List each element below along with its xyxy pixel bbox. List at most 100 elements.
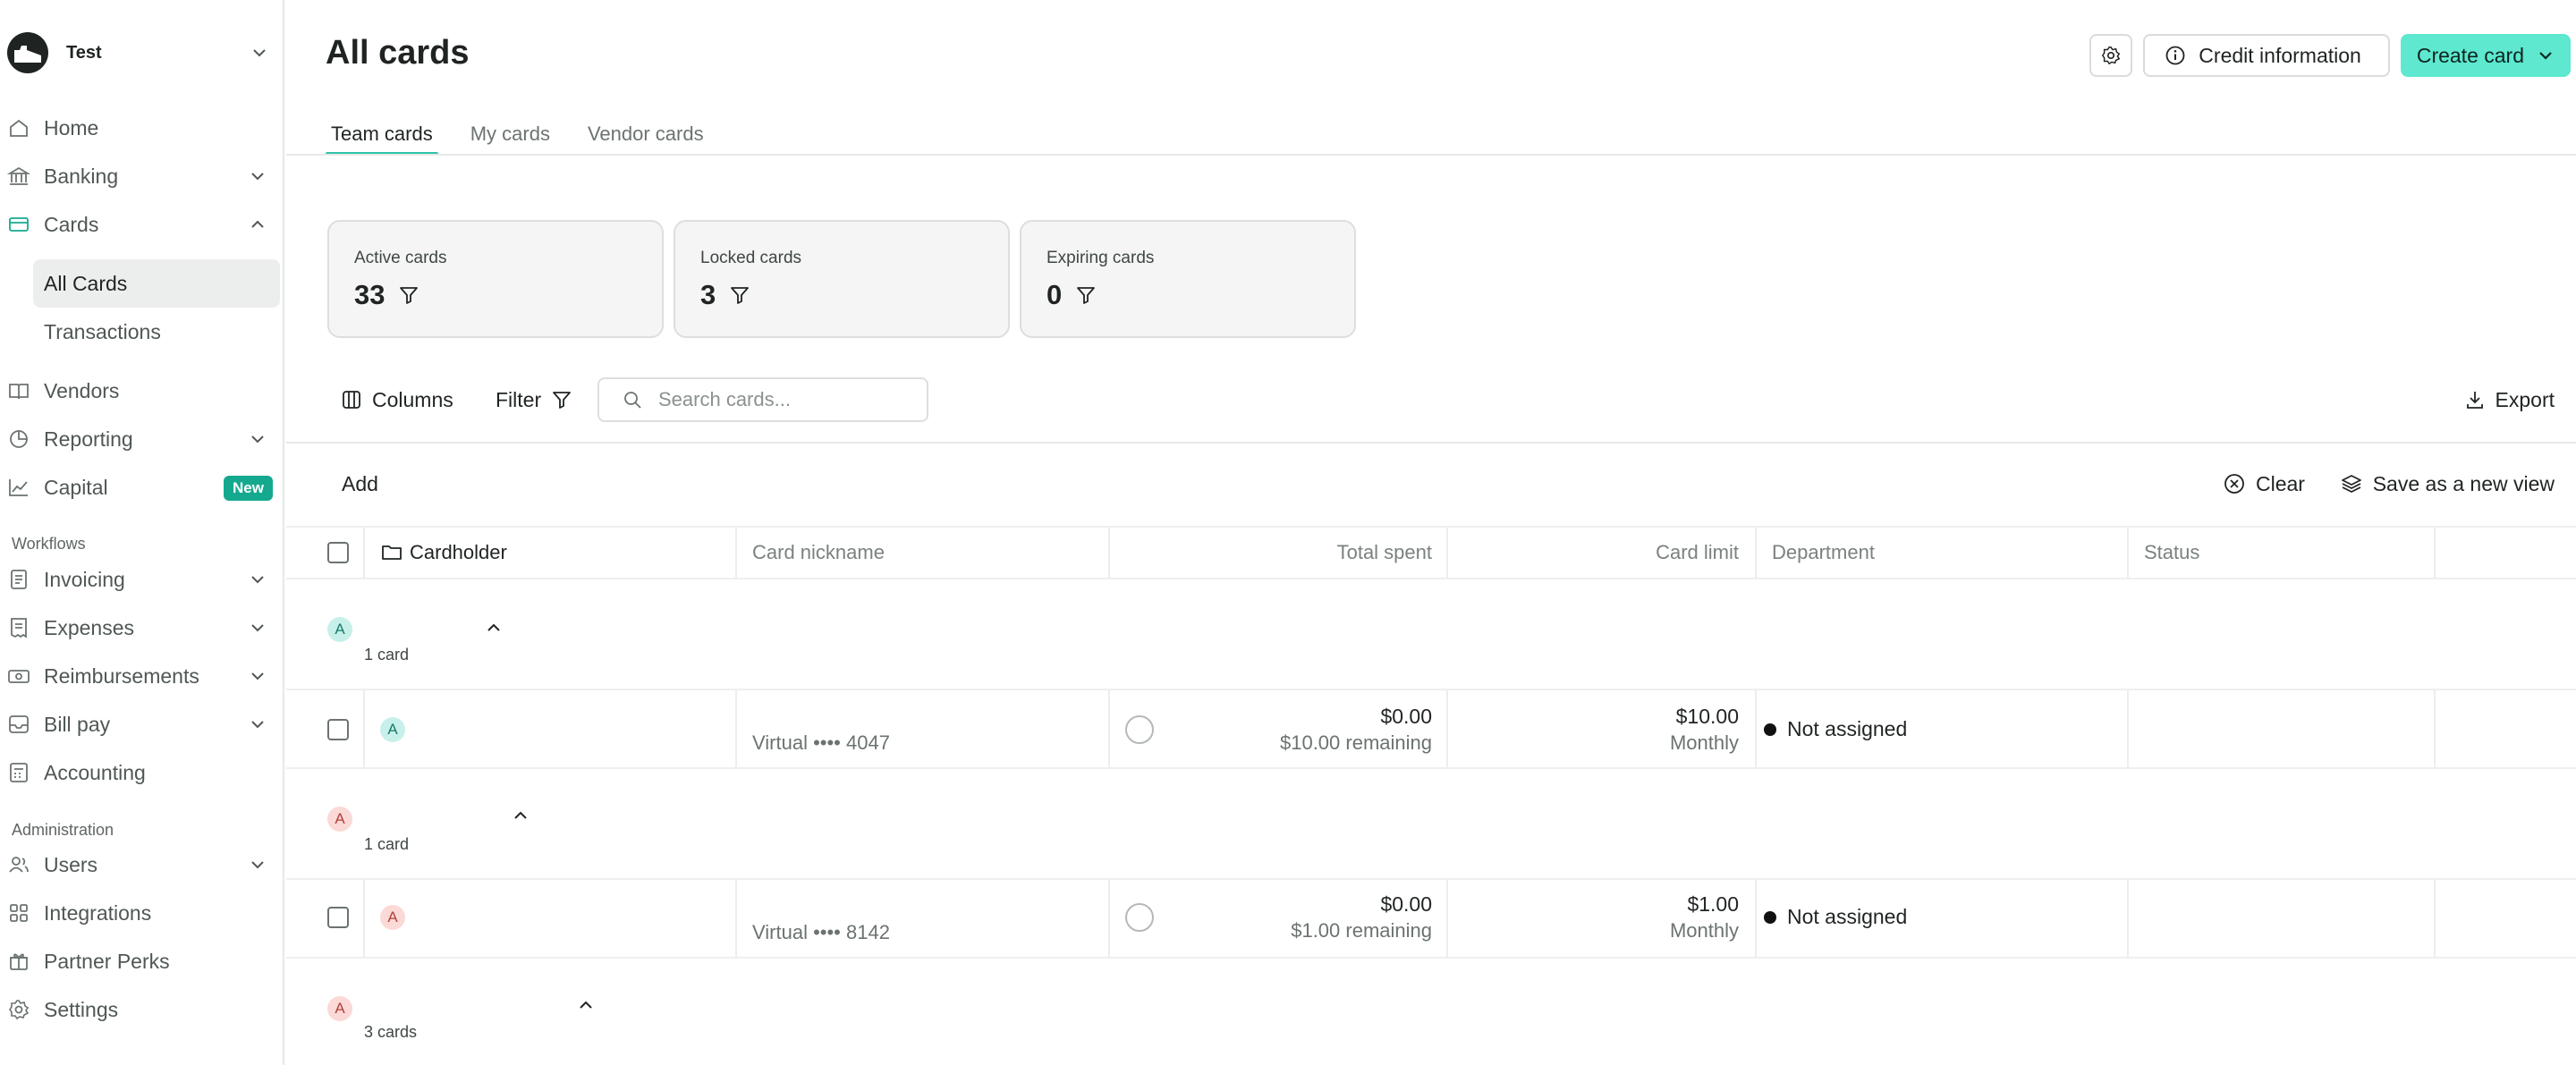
column-divider <box>1108 690 1110 767</box>
column-header-card-limit[interactable]: Card limit <box>1446 528 1739 578</box>
save-view-button[interactable]: Save as a new view <box>2341 460 2555 508</box>
stat-card-locked[interactable]: Locked cards 3 <box>674 220 1010 338</box>
clear-label: Clear <box>2256 471 2305 495</box>
sidebar-item-label: Expenses <box>44 616 135 639</box>
filter-label: Filter <box>496 387 542 411</box>
status-dot <box>1764 910 1776 924</box>
sidebar-item-label: Capital <box>44 476 108 499</box>
column-header-nickname[interactable]: Card nickname <box>752 528 885 578</box>
row-checkbox[interactable] <box>327 907 349 928</box>
sidebar-item-capital[interactable]: Capital New <box>0 463 284 511</box>
credit-information-button[interactable]: Credit information <box>2143 34 2390 77</box>
sidebar-item-accounting[interactable]: Accounting <box>0 748 284 797</box>
sidebar-item-settings[interactable]: Settings <box>0 985 284 1034</box>
card-limit: $10.00 <box>1675 705 1739 728</box>
view-bar: Add Clear Save as a new view <box>286 460 2576 508</box>
sidebar-item-transactions[interactable]: Transactions <box>0 308 284 356</box>
card-settings-button[interactable] <box>2089 34 2133 77</box>
stat-title: Active cards <box>354 249 447 267</box>
column-divider <box>363 880 365 957</box>
sidebar-item-vendors[interactable]: Vendors <box>0 367 284 415</box>
sidebar-item-reimbursements[interactable]: Reimbursements <box>0 652 284 700</box>
sidebar-item-integrations[interactable]: Integrations <box>0 889 284 937</box>
column-header-total-spent[interactable]: Total spent <box>1108 528 1432 578</box>
sidebar-item-cards[interactable]: Cards <box>0 200 284 249</box>
card-icon <box>9 217 29 232</box>
search-icon <box>624 392 641 409</box>
clear-button[interactable]: Clear <box>2224 460 2305 508</box>
sidebar-item-users[interactable]: Users <box>0 841 284 889</box>
card-nickname: Virtual •••• 4047 <box>752 731 890 754</box>
create-card-button[interactable]: Create card <box>2400 34 2571 77</box>
page-title: All cards <box>326 34 470 72</box>
select-all-checkbox[interactable] <box>327 542 349 563</box>
folder-icon <box>382 545 402 560</box>
sidebar-item-invoicing[interactable]: Invoicing <box>0 555 284 604</box>
stat-title: Expiring cards <box>1046 249 1155 267</box>
tab-team-cards[interactable]: Team cards <box>326 120 438 156</box>
add-label: Add <box>342 471 378 495</box>
card-limit: $1.00 <box>1687 892 1739 916</box>
group-header[interactable]: A 1 card <box>286 579 2576 690</box>
columns-label: Columns <box>372 387 453 411</box>
column-divider <box>2127 880 2129 957</box>
tabs-divider <box>286 154 2576 156</box>
home-icon <box>10 119 28 137</box>
group-header[interactable]: A 1 card <box>286 769 2576 880</box>
column-divider <box>2127 528 2129 578</box>
add-view-button[interactable]: Add <box>342 460 378 508</box>
sidebar-item-expenses[interactable]: Expenses <box>0 604 284 652</box>
stat-card-active[interactable]: Active cards 33 <box>327 220 664 338</box>
sidebar-item-reporting[interactable]: Reporting <box>0 415 284 463</box>
org-switcher[interactable]: Test <box>7 32 275 73</box>
table-header: Cardholder Card nickname Total spent Car… <box>286 526 2576 579</box>
administration-section-label: Administration <box>12 821 114 839</box>
sidebar-item-partner-perks[interactable]: Partner Perks <box>0 937 284 985</box>
table-row[interactable]: A Virtual •••• 4047 $0.00 $10.00 remaini… <box>286 690 2576 769</box>
chevron-down-icon <box>251 721 264 729</box>
group-count: 1 card <box>364 646 410 664</box>
column-divider <box>2434 690 2436 767</box>
column-divider <box>363 528 365 578</box>
filter-button[interactable]: Filter <box>496 376 572 424</box>
stat-value: 33 <box>354 279 386 310</box>
sidebar-item-label: Cards <box>44 213 99 236</box>
column-divider <box>735 528 737 578</box>
sidebar-item-all-cards[interactable]: All Cards <box>33 259 280 308</box>
tab-my-cards[interactable]: My cards <box>465 120 555 156</box>
stat-card-expiring[interactable]: Expiring cards 0 <box>1020 220 1356 338</box>
column-header-department[interactable]: Department <box>1772 528 1875 578</box>
group-header[interactable]: A 3 cards <box>286 959 2576 1065</box>
search-box[interactable] <box>597 377 928 422</box>
chevron-up-icon[interactable] <box>512 807 530 824</box>
card-nickname: Virtual •••• 8142 <box>752 921 890 943</box>
filter-icon[interactable] <box>399 285 419 305</box>
group-count: 3 cards <box>364 1023 418 1041</box>
sidebar-item-label: Accounting <box>44 761 146 784</box>
table-row[interactable]: A Virtual •••• 8142 $0.00 $1.00 remainin… <box>286 880 2576 959</box>
filter-icon[interactable] <box>730 285 750 305</box>
sidebar-item-banking[interactable]: Banking <box>0 152 284 200</box>
filter-icon[interactable] <box>1076 285 1096 305</box>
sidebar-item-label: Bill pay <box>44 713 111 736</box>
org-name: Test <box>66 42 102 63</box>
create-card-label: Create card <box>2416 43 2524 67</box>
sidebar-item-home[interactable]: Home <box>0 104 284 152</box>
column-header-cardholder[interactable]: Cardholder <box>381 528 507 578</box>
sidebar-item-bill-pay[interactable]: Bill pay <box>0 700 284 748</box>
search-input[interactable] <box>658 388 918 411</box>
chevron-up-icon[interactable] <box>577 996 595 1014</box>
grid-icon <box>10 904 28 922</box>
tab-vendor-cards[interactable]: Vendor cards <box>582 120 709 156</box>
chevron-down-icon <box>251 173 264 181</box>
row-checkbox[interactable] <box>327 719 349 740</box>
column-header-status[interactable]: Status <box>2144 528 2199 578</box>
remaining-amount: $1.00 remaining <box>1291 919 1432 942</box>
export-button[interactable]: Export <box>2465 376 2555 424</box>
column-divider <box>2434 880 2436 957</box>
credit-information-label: Credit information <box>2199 43 2361 67</box>
export-label: Export <box>2495 387 2555 411</box>
chevron-up-icon[interactable] <box>485 619 503 637</box>
users-icon <box>9 857 29 873</box>
columns-button[interactable]: Columns <box>342 376 453 424</box>
